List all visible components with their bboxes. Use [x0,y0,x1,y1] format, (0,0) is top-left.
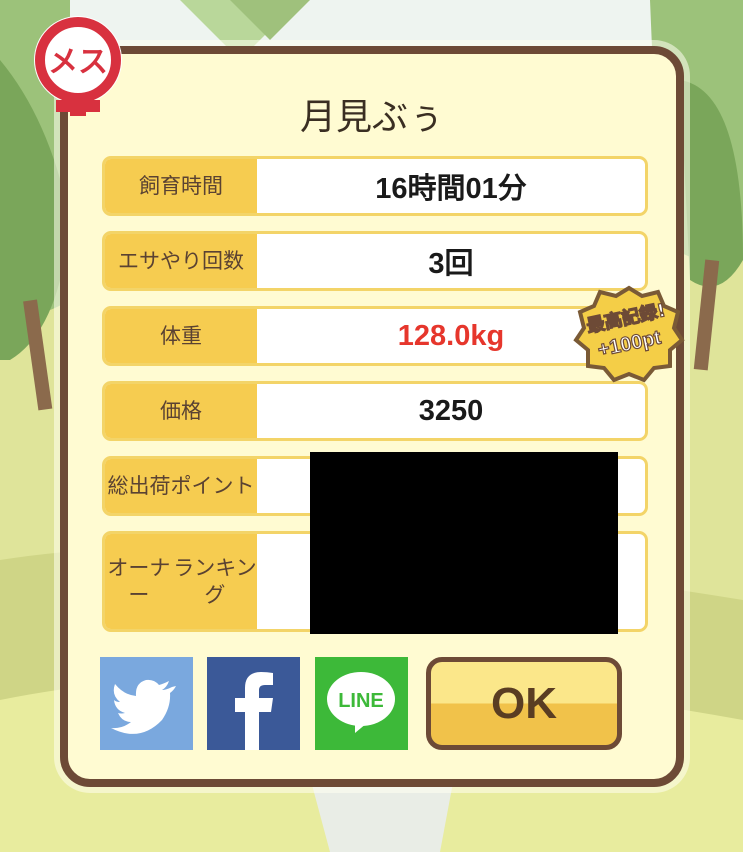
line-share-button[interactable]: LINE [315,657,408,750]
stat-label: 価格 [105,384,257,438]
stat-label: 飼育時間 [105,159,257,213]
stat-label: 総出荷 ポイント [105,459,257,513]
stat-row-price: 価格 3250 [102,381,648,441]
stat-row-feed-count: エサやり回数 3回 [102,231,648,291]
stat-label-line1: オーナー [107,555,171,607]
stat-label-line2: ランキング [173,555,257,607]
stat-row-time: 飼育時間 16時間01分 [102,156,648,216]
ok-button[interactable]: OK [426,657,622,750]
stat-label-line2: ポイント [170,473,255,498]
pet-name-title: 月見ぶぅ [299,97,444,138]
stat-label: オーナー ランキング [105,534,257,629]
female-badge: メス [34,16,122,116]
record-badge: 最高記録! +100pt [573,285,685,383]
facebook-share-button[interactable] [207,657,300,750]
redacted-area [310,452,618,634]
stat-value: 3250 [418,394,484,427]
stat-label-line1: 総出荷 [107,473,171,498]
line-icon-text: LINE [338,690,384,712]
stat-label: 体重 [105,309,257,363]
stat-value: 16時間01分 [375,173,527,205]
stat-value: 3回 [428,248,474,280]
stat-row-weight: 体重 128.0kg [102,306,648,366]
gender-text: メス [48,45,108,80]
stat-label: エサやり回数 [105,234,257,288]
twitter-share-button[interactable] [100,657,193,750]
